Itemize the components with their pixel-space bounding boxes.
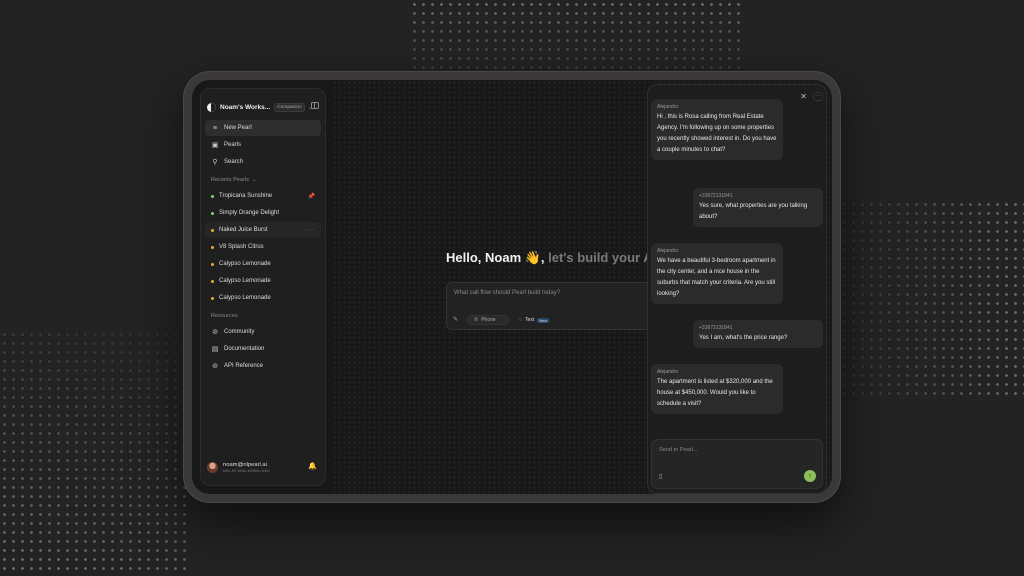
recent-pearl-item[interactable]: Calypso Lemonade xyxy=(205,273,321,289)
api-reference-label: API Reference xyxy=(224,363,264,369)
recent-pearl-item[interactable]: V8 Splash Citrus xyxy=(205,239,321,255)
sidebar-item-pearls[interactable]: ▣ Pearls xyxy=(205,137,321,153)
pearls-icon: ▣ xyxy=(211,142,219,149)
status-dot xyxy=(211,262,214,266)
chevron-down-icon: ⌄ xyxy=(251,177,257,183)
message-text: Yes I am, what's the price range? xyxy=(699,335,788,341)
message-text: Hi , this is Rosa calling from Real Esta… xyxy=(657,114,777,153)
message-sender: Alejandro xyxy=(657,104,679,110)
pearls-label: Pearls xyxy=(224,142,242,148)
status-dot xyxy=(211,228,214,232)
sidebar-item-community[interactable]: ⊘ Community xyxy=(205,324,321,340)
recent-pearl-item[interactable]: Tropicana Sunshine 📌 xyxy=(205,188,321,204)
workspace-switcher[interactable]: Noam's Works... Companion ⌄ xyxy=(207,99,319,115)
recent-pearl-label: Calypso Lemonade xyxy=(219,261,271,267)
message-text: The apartment is listed at $320,000 and … xyxy=(657,379,773,407)
chat-message: Alejandro The apartment is listed at $32… xyxy=(651,364,783,414)
greeting-bold: Hello, Noam 👋, xyxy=(446,250,545,265)
prompt-placeholder: What call flow should Pearl build today? xyxy=(454,290,561,296)
recent-pearl-label: V8 Splash Citrus xyxy=(219,244,264,250)
edit-icon[interactable]: ✎ xyxy=(453,316,458,323)
dotted-background-left xyxy=(0,330,190,576)
recent-pearl-item[interactable]: Naked Juice Burst ··· xyxy=(205,222,321,238)
documentation-label: Documentation xyxy=(224,346,265,352)
sidebar: Noam's Works... Companion ⌄ ≡ New Pearl … xyxy=(200,88,326,486)
phone-icon: ✆ xyxy=(474,317,479,323)
new-badge: New xyxy=(537,317,550,323)
api-icon: ⊘ xyxy=(212,363,218,370)
more-options-icon[interactable]: ··· xyxy=(813,92,823,101)
status-dot xyxy=(211,194,214,198)
dotted-background-top xyxy=(410,0,740,70)
status-dot xyxy=(211,296,214,300)
user-profile[interactable]: noam@nlpearl.ai b8fc-4f7-b2db-b2f9bfc-9d… xyxy=(207,457,319,477)
chat-panel: ✕ ··· Alejandro Hi , this is Rosa callin… xyxy=(647,84,827,494)
text-mode-button[interactable]: ◌ Text New xyxy=(513,315,555,325)
app-screen: Noam's Works... Companion ⌄ ≡ New Pearl … xyxy=(192,80,832,494)
message-text: We have a beautiful 3-bedroom apartment … xyxy=(657,258,776,297)
recent-pearl-item[interactable]: Calypso Lemonade xyxy=(205,256,321,272)
send-button[interactable]: ↑ xyxy=(804,470,816,482)
status-dot xyxy=(211,279,214,283)
prompt-input[interactable]: What call flow should Pearl build today?… xyxy=(446,282,666,330)
attach-icon[interactable]: ▯ xyxy=(659,473,662,480)
pin-icon[interactable]: 📌 xyxy=(308,193,315,200)
recent-pearl-item[interactable]: Calypso Lemonade xyxy=(205,290,321,306)
recent-pearl-label: Simply Orange Delight xyxy=(219,210,280,216)
phone-label: Phone xyxy=(481,317,496,323)
sidebar-item-api-reference[interactable]: ⊘ API Reference xyxy=(205,358,321,374)
chat-message: +33672131841 Yes sure, what properties a… xyxy=(693,188,823,227)
avatar xyxy=(207,461,218,473)
recent-pearl-label: Calypso Lemonade xyxy=(219,295,271,301)
recent-pearl-label: Naked Juice Burst xyxy=(219,227,268,233)
pearl-logo-icon xyxy=(207,102,216,112)
status-dot xyxy=(211,245,214,249)
documentation-icon: ▤ xyxy=(211,346,219,353)
resources-label: Resources xyxy=(211,313,238,319)
device-frame: Noam's Works... Companion ⌄ ≡ New Pearl … xyxy=(184,72,840,502)
new-pearl-label: New Pearl xyxy=(224,125,252,131)
recents-label: Recents Pearls xyxy=(211,177,249,183)
message-sender: +33672131841 xyxy=(699,193,733,199)
chat-message: Alejandro We have a beautiful 3-bedroom … xyxy=(651,243,783,304)
search-icon: ⚲ xyxy=(212,159,218,166)
phone-mode-button[interactable]: ✆ Phone xyxy=(467,315,509,325)
message-text: Yes sure, what properties are you talkin… xyxy=(699,203,808,220)
recent-pearl-label: Tropicana Sunshine xyxy=(219,193,273,199)
recents-section-toggle[interactable]: Recents Pearls ⌄ xyxy=(211,177,257,183)
notification-bell-icon[interactable]: 🔔 xyxy=(308,462,317,470)
workspace-name: Noam's Works... xyxy=(220,103,271,111)
composer-placeholder: Send to Pearl... xyxy=(659,447,698,453)
chat-composer[interactable]: Send to Pearl... ▯ ↑ xyxy=(651,439,823,489)
chat-message: Alejandro Hi , this is Rosa calling from… xyxy=(651,99,783,160)
community-label: Community xyxy=(224,329,255,335)
user-email: noam@nlpearl.ai xyxy=(223,461,267,468)
sidebar-toggle-icon[interactable] xyxy=(311,102,319,109)
chat-message: +33672131841 Yes I am, what's the price … xyxy=(693,320,823,348)
sidebar-item-search[interactable]: ⚲ Search xyxy=(205,154,321,170)
sidebar-item-documentation[interactable]: ▤ Documentation xyxy=(205,341,321,357)
workspace-badge: Companion xyxy=(274,102,305,112)
more-options-icon[interactable]: ··· xyxy=(306,227,315,233)
search-label: Search xyxy=(224,159,244,165)
community-icon: ⊘ xyxy=(212,329,218,336)
message-sender: +33672131841 xyxy=(699,325,733,331)
status-dot xyxy=(211,211,214,215)
new-icon: ≡ xyxy=(212,124,218,132)
chat-icon: ◌ xyxy=(519,317,522,323)
text-label: Text xyxy=(524,317,535,323)
user-id: b8fc-4f7-b2db-b2f9bfc-9d0c xyxy=(223,468,270,473)
dotted-background-right xyxy=(840,200,1024,400)
recent-pearl-label: Calypso Lemonade xyxy=(219,278,271,284)
message-sender: Alejandro xyxy=(657,248,679,254)
close-icon[interactable]: ✕ xyxy=(800,92,807,101)
recent-pearl-item[interactable]: Simply Orange Delight xyxy=(205,205,321,221)
message-sender: Alejandro xyxy=(657,369,679,375)
greeting-heading: Hello, Noam 👋, let's build your AI v xyxy=(446,250,667,266)
new-pearl-button[interactable]: ≡ New Pearl xyxy=(205,120,321,136)
